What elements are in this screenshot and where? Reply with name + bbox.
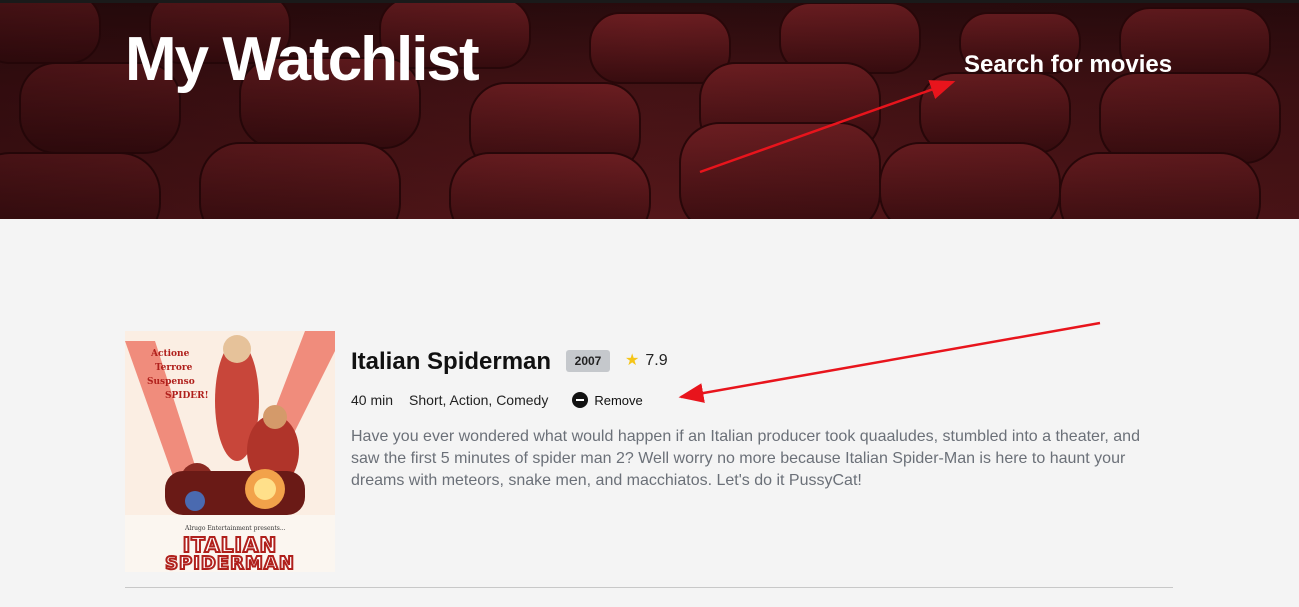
movie-title: Italian Spiderman — [351, 348, 552, 375]
movie-poster: Actione Terrore Suspenso SPIDER! Alrugo … — [125, 331, 335, 572]
movie-plot: Have you ever wondered what would happen… — [351, 428, 1140, 489]
movie-rating: ★ 7.9 — [625, 351, 668, 371]
year-badge: 2007 — [566, 350, 610, 372]
poster-title-line-2: SPIDERMAN — [164, 552, 295, 572]
minus-circle-icon — [572, 392, 589, 408]
movie-runtime: 40 min — [351, 392, 394, 408]
movie-meta: 40 min Short, Action, Comedy Remove — [351, 392, 643, 408]
star-icon: ★ — [625, 352, 640, 369]
remove-button[interactable]: Remove — [572, 392, 643, 408]
search-movies-link[interactable]: Search for movies — [964, 51, 1172, 79]
page-title: My Watchlist — [125, 25, 480, 94]
rating-value: 7.9 — [645, 352, 668, 369]
watchlist-movie-card: Actione Terrore Suspenso SPIDER! Alrugo … — [125, 331, 1173, 588]
remove-label: Remove — [594, 392, 643, 408]
hero-header: My Watchlist Search for movies — [0, 0, 1299, 219]
poster-presents: Alrugo Entertainment presents... — [185, 525, 286, 532]
poster-taglines: Actione Terrore Suspenso SPIDER! — [147, 349, 209, 401]
movie-genres: Short, Action, Comedy — [409, 392, 549, 408]
